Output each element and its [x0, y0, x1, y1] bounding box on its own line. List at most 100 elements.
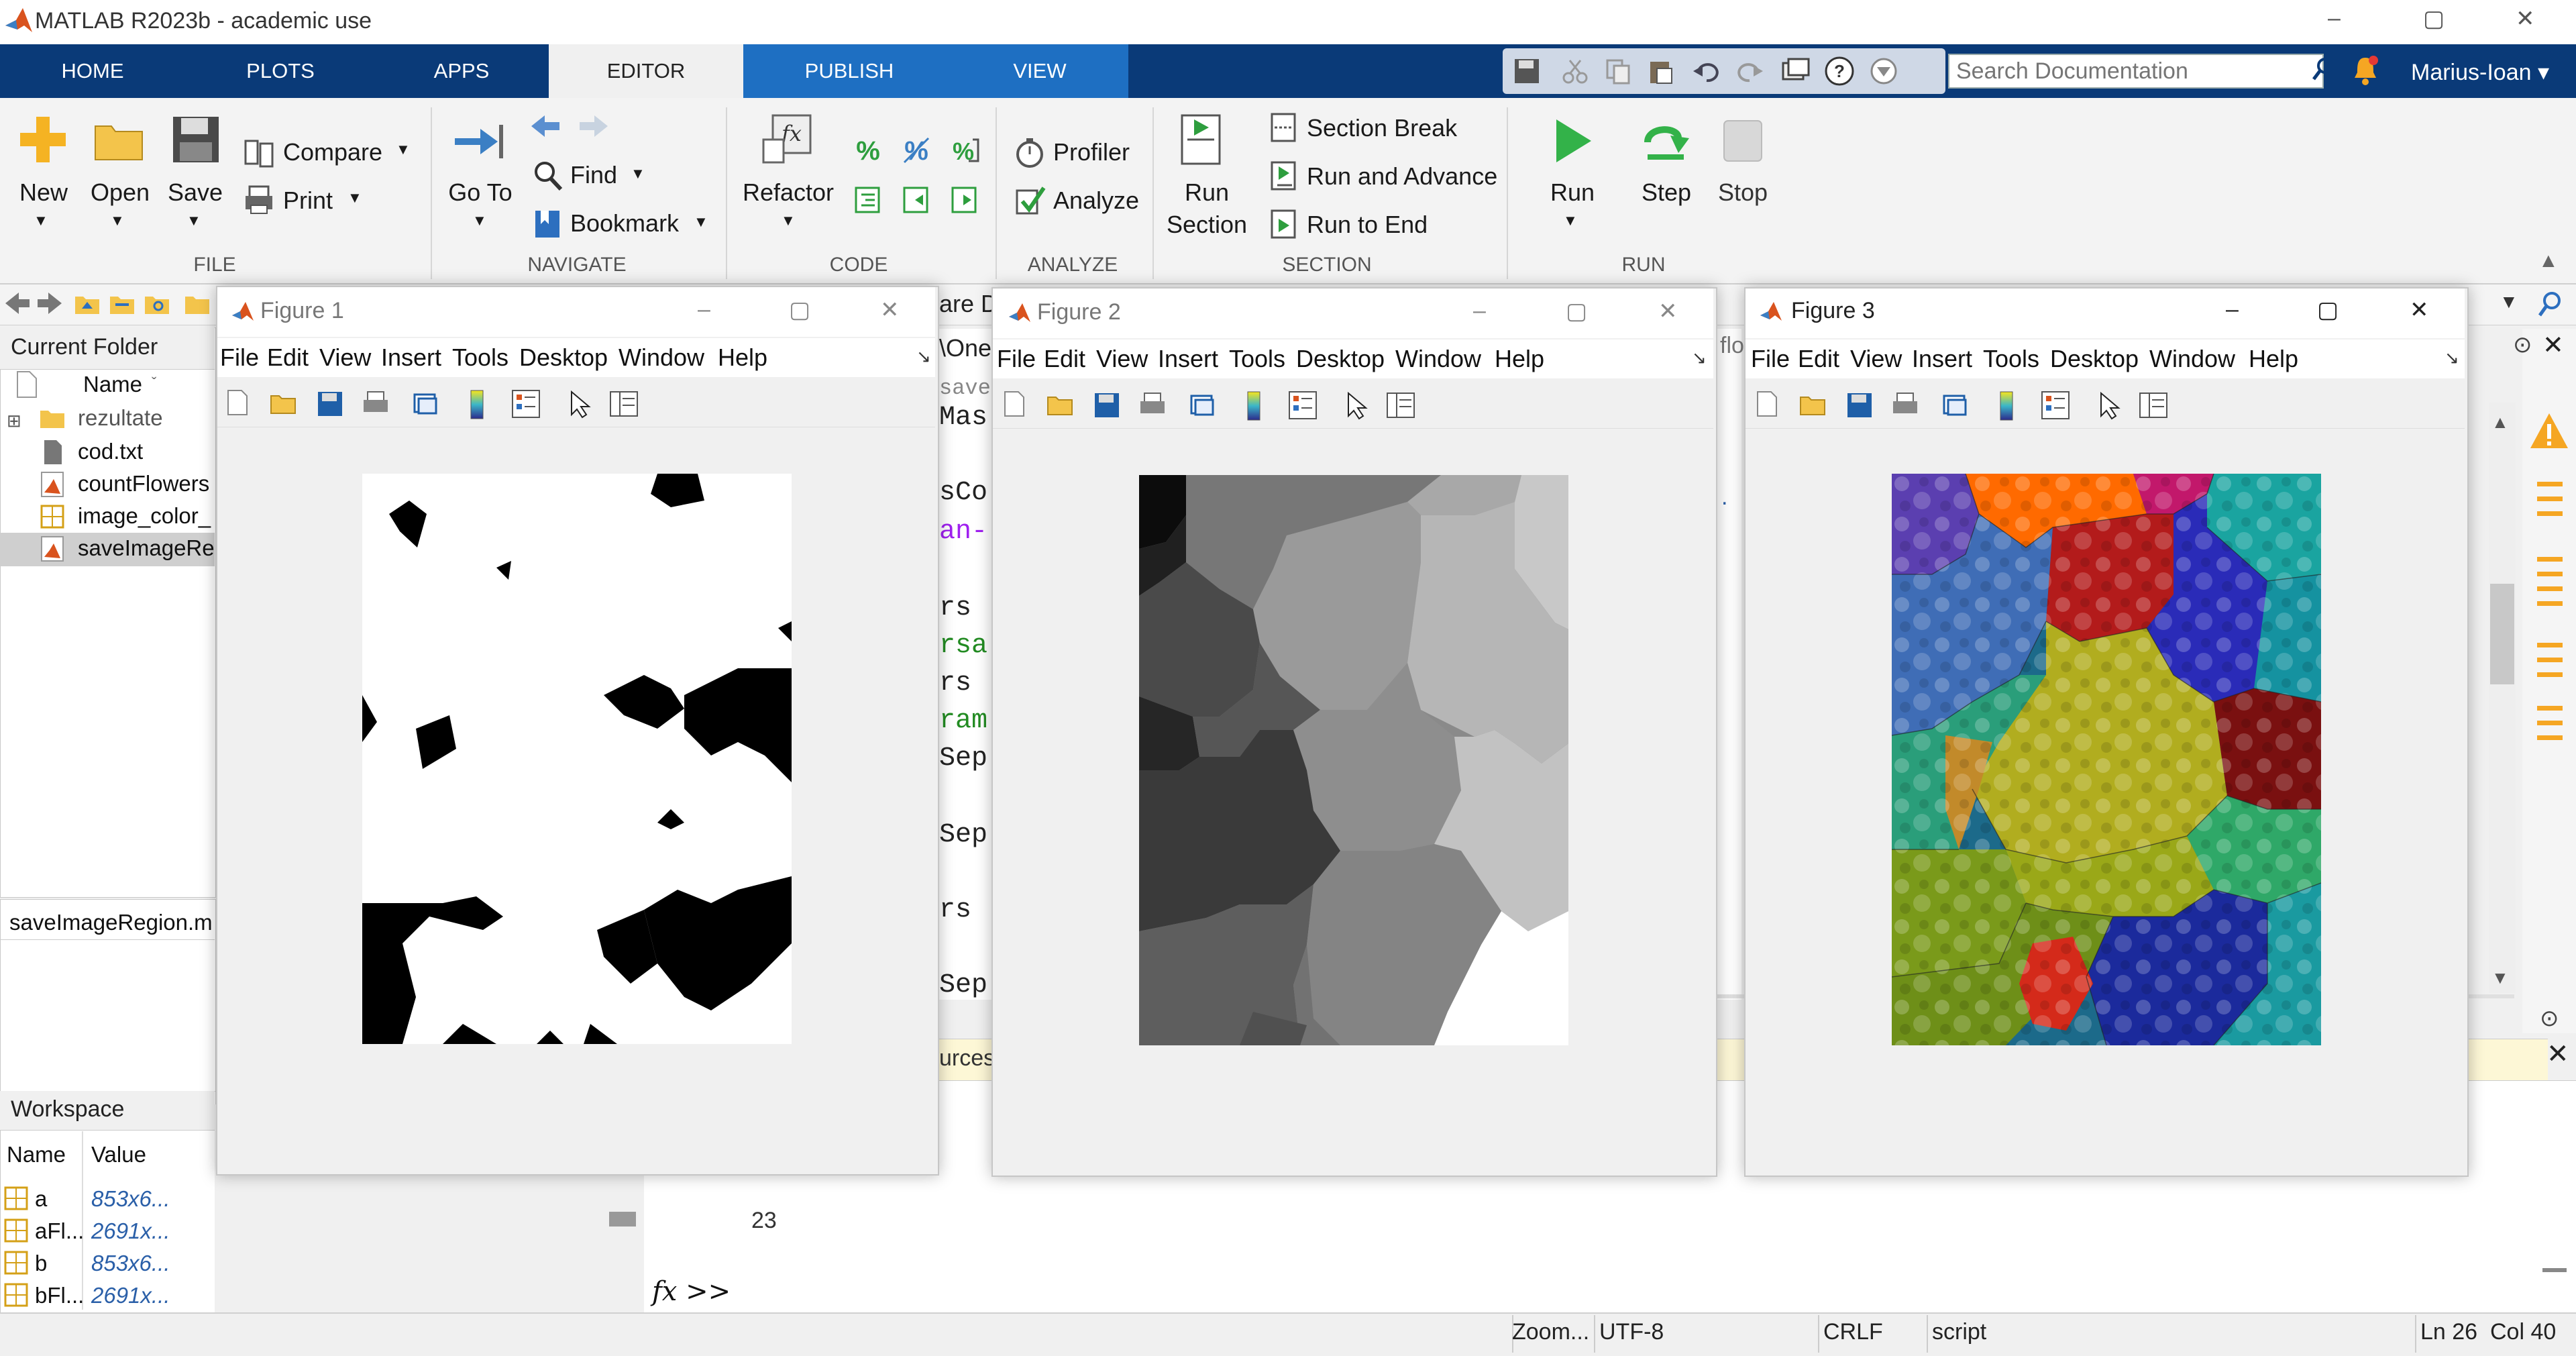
warning-triangle-icon[interactable]	[2529, 411, 2569, 451]
print-button[interactable]: Print	[283, 187, 333, 215]
open-file-icon[interactable]	[1045, 390, 1075, 420]
browse-folder-icon[interactable]	[107, 290, 137, 317]
scroll-up-arrow[interactable]: ▲	[2491, 412, 2509, 433]
folder-item-rezultate[interactable]: rezultate	[78, 405, 163, 431]
run-to-end-icon[interactable]	[1268, 208, 1300, 240]
binary-mask-image[interactable]	[362, 474, 792, 1044]
user-menu[interactable]: Marius-Ioan ▾	[2411, 59, 2549, 86]
open-dropdown-arrow[interactable]: ▼	[110, 212, 125, 229]
figure-menu-window[interactable]: Window	[1395, 345, 1481, 373]
smart-indent-icon[interactable]	[852, 184, 884, 216]
editor-scrollbar[interactable]	[2489, 403, 2516, 993]
copy-icon[interactable]	[1603, 56, 1633, 86]
goto-dropdown-arrow[interactable]: ▼	[472, 212, 487, 229]
dock-arrow-icon[interactable]: ↘	[2445, 348, 2459, 368]
save-dropdown-arrow[interactable]: ▼	[186, 212, 201, 229]
find-magnifier-icon[interactable]	[531, 160, 564, 192]
figure-1-minimize[interactable]: –	[698, 297, 710, 323]
property-inspector-icon[interactable]	[608, 389, 640, 419]
open-file-icon[interactable]	[268, 389, 298, 419]
figure-menu-file[interactable]: File	[1751, 345, 1790, 373]
warning-marker[interactable]	[2537, 735, 2563, 740]
new-plus-icon[interactable]	[16, 113, 70, 166]
bookmark-icon[interactable]	[531, 208, 564, 240]
open-file-icon[interactable]	[1798, 390, 1827, 420]
warning-marker[interactable]	[2537, 586, 2563, 591]
workspace-var-name[interactable]: b	[35, 1251, 47, 1276]
new-figure-icon[interactable]	[1000, 389, 1029, 419]
tab-editor[interactable]: EDITOR	[549, 44, 743, 98]
figure-menu-edit[interactable]: Edit	[1044, 345, 1085, 373]
command-options-icon[interactable]: ⊙	[2540, 1005, 2559, 1032]
help-icon[interactable]: ?	[1823, 55, 1856, 87]
edit-plot-cursor-icon[interactable]	[1344, 390, 1368, 420]
undo-icon[interactable]	[1692, 56, 1721, 86]
panel-resize-handle[interactable]	[609, 1212, 636, 1227]
warning-marker[interactable]	[2537, 572, 2563, 576]
figure-menu-view[interactable]: View	[319, 344, 371, 372]
address-search-icon[interactable]	[2536, 290, 2565, 319]
panel-options-icon[interactable]: ⊙	[2513, 331, 2532, 358]
dock-arrow-icon[interactable]: ↘	[1692, 348, 1707, 368]
figure-menu-desktop[interactable]: Desktop	[2050, 345, 2139, 373]
tab-publish[interactable]: PUBLISH	[784, 44, 915, 98]
find-dropdown-arrow[interactable]: ▼	[631, 165, 645, 182]
print-dropdown-arrow[interactable]: ▼	[347, 189, 362, 207]
expand-plus-icon[interactable]: ⊞	[7, 411, 21, 431]
wrap-comments-icon[interactable]: %	[949, 134, 981, 166]
print-figure-icon[interactable]	[1890, 390, 1920, 420]
warning-marker[interactable]	[2537, 557, 2563, 562]
refactor-button-label[interactable]: Refactor	[738, 178, 839, 207]
paste-icon[interactable]	[1646, 56, 1676, 86]
figure-menu-window[interactable]: Window	[2149, 345, 2235, 373]
open-folder-icon[interactable]	[93, 117, 146, 164]
warning-marker[interactable]	[2537, 497, 2563, 501]
new-figure-icon[interactable]	[223, 388, 252, 417]
figure-3-maximize[interactable]: ▢	[2317, 297, 2339, 323]
status-zoom[interactable]: Zoom...	[1512, 1319, 1589, 1345]
warning-marker[interactable]	[2537, 658, 2563, 662]
decrease-indent-icon[interactable]	[900, 184, 932, 216]
figure-menu-tools[interactable]: Tools	[1983, 345, 2039, 373]
folder-item-cod[interactable]: cod.txt	[78, 439, 143, 464]
figure-2-maximize[interactable]: ▢	[1566, 298, 1587, 325]
compare-dropdown-arrow[interactable]: ▼	[396, 141, 411, 158]
figure-2-minimize[interactable]: –	[1473, 298, 1486, 324]
link-plot-icon[interactable]	[411, 389, 440, 419]
warning-marker[interactable]	[2537, 643, 2563, 647]
back-icon[interactable]	[3, 290, 32, 317]
link-plot-icon[interactable]	[1187, 390, 1217, 420]
colorbar-icon[interactable]	[1242, 389, 1265, 423]
save-figure-icon[interactable]	[1845, 390, 1874, 420]
back-arrow-icon[interactable]	[529, 111, 562, 141]
print-figure-icon[interactable]	[1138, 390, 1167, 420]
goto-button-label[interactable]: Go To	[440, 178, 521, 207]
address-dropdown-arrow[interactable]: ▼	[2500, 291, 2518, 313]
warning-close-icon[interactable]: ✕	[2546, 1039, 2569, 1070]
legend-icon[interactable]	[2039, 389, 2072, 421]
figure-menu-help[interactable]: Help	[2249, 345, 2298, 373]
workspace-var-name[interactable]: a	[35, 1186, 47, 1212]
profiler-button[interactable]: Profiler	[1053, 138, 1130, 166]
figure-menu-help[interactable]: Help	[1495, 345, 1544, 373]
workspace-var-name[interactable]: aFl...	[35, 1218, 84, 1244]
status-encoding[interactable]: UTF-8	[1599, 1319, 1664, 1345]
profiler-stopwatch-icon[interactable]	[1013, 136, 1046, 169]
section-break-button[interactable]: Section Break	[1307, 114, 1457, 142]
edit-plot-cursor-icon[interactable]	[2097, 390, 2121, 420]
redo-icon[interactable]	[1735, 56, 1764, 86]
warning-marker[interactable]	[2537, 706, 2563, 711]
compare-button[interactable]: Compare	[283, 138, 382, 166]
search-documentation-input[interactable]	[1948, 54, 2324, 89]
figure-3-minimize[interactable]: –	[2226, 297, 2239, 323]
community-icon[interactable]	[1869, 56, 1898, 86]
warning-marker[interactable]	[2537, 511, 2563, 516]
edit-plot-cursor-icon[interactable]	[568, 389, 592, 419]
find-button[interactable]: Find	[570, 161, 617, 189]
analyze-check-icon[interactable]	[1013, 184, 1046, 217]
stop-button-label[interactable]: Stop	[1703, 178, 1783, 207]
figure-menu-view[interactable]: View	[1850, 345, 1902, 373]
uncomment-icon[interactable]: %	[900, 134, 932, 166]
notification-bell-icon[interactable]	[2352, 54, 2379, 86]
figure-menu-tools[interactable]: Tools	[1229, 345, 1285, 373]
